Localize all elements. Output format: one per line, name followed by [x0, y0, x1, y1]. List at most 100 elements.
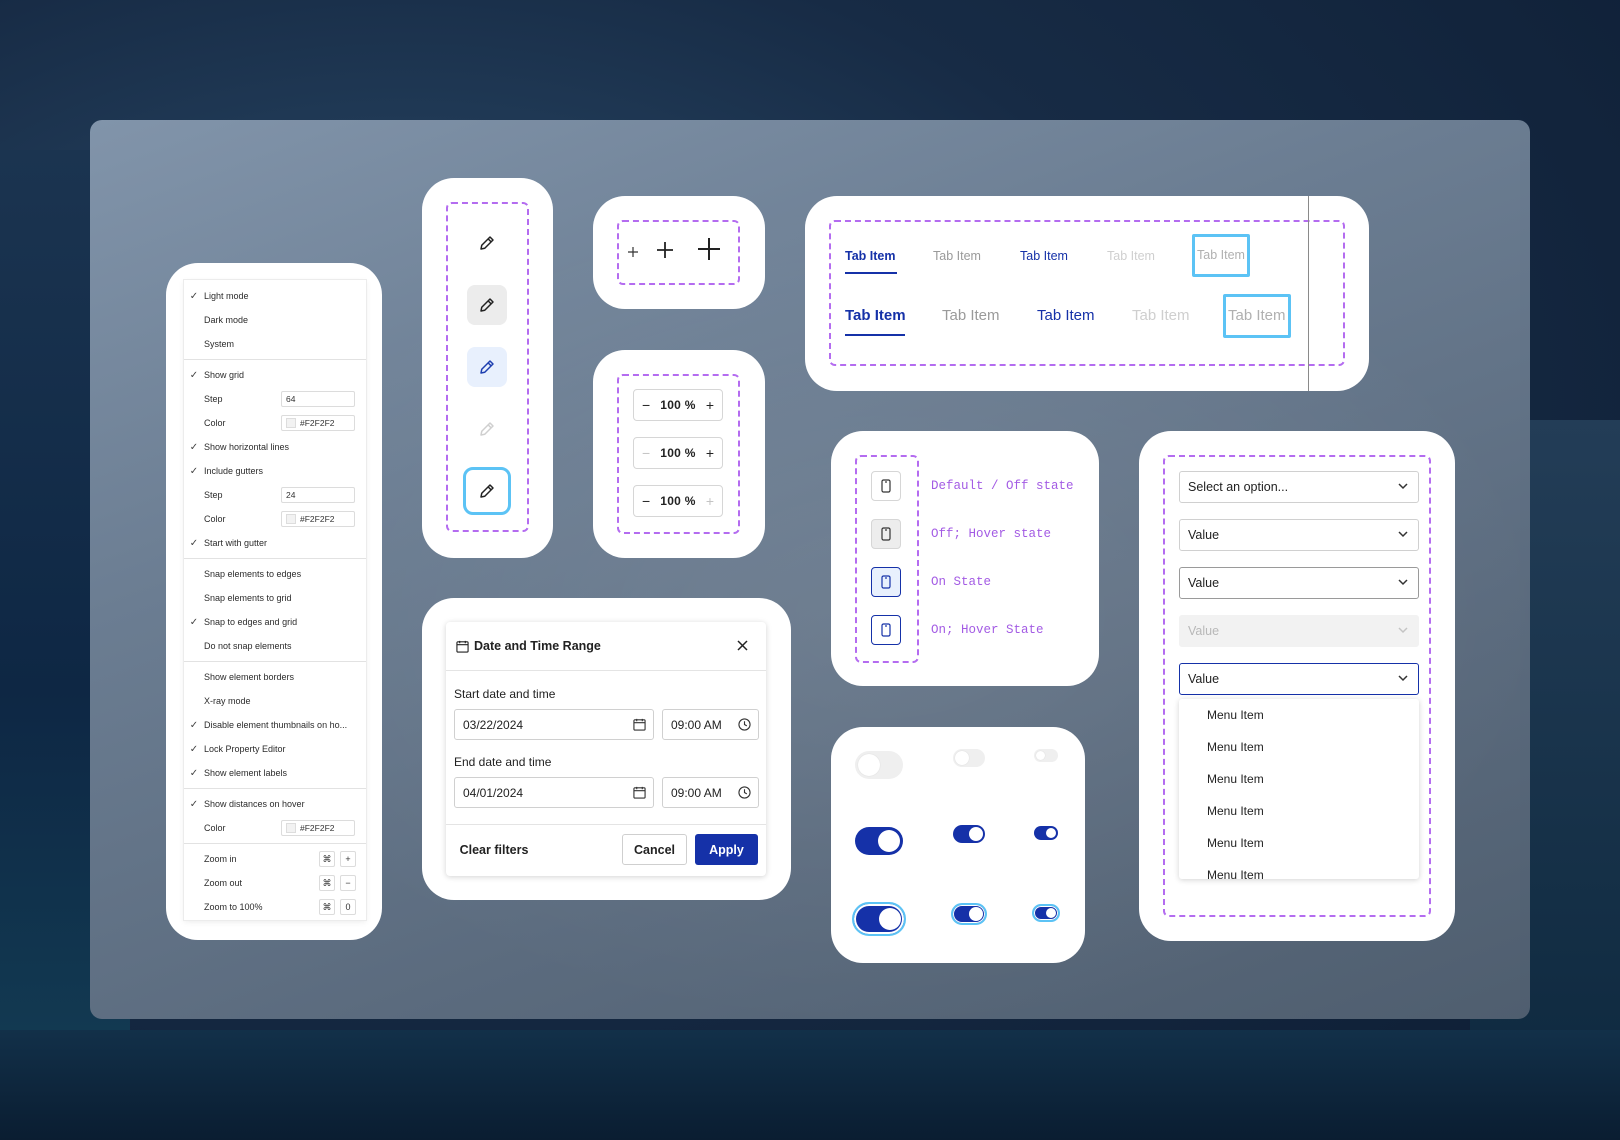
grid-step-input[interactable]: 64	[281, 391, 355, 407]
clear-filters-button[interactable]: Clear filters	[454, 834, 534, 865]
clock-icon	[738, 786, 751, 799]
chevron-down-icon	[1398, 675, 1408, 682]
date-range-dialog: Date and Time Range Start date and time …	[446, 622, 766, 876]
edit-button-active[interactable]	[467, 347, 507, 387]
menu-item-start-with-gutter[interactable]: ✓ Start with gutter	[184, 531, 366, 555]
menu-item-light-mode[interactable]: ✓ Light mode	[184, 284, 366, 308]
menu-item[interactable]: Menu Item	[1179, 763, 1419, 795]
menu-item-disable-thumbnails[interactable]: ✓ Disable element thumbnails on ho...	[184, 713, 366, 737]
menu-item-zoom-in[interactable]: Zoom in ⌘ +	[184, 847, 366, 871]
menu-item[interactable]: Menu Item	[1179, 859, 1419, 879]
toggle-switches-card	[831, 727, 1085, 963]
tab-large-disabled[interactable]: Tab Item	[1132, 307, 1190, 324]
apply-button[interactable]: Apply	[695, 834, 758, 865]
start-time-input[interactable]: 09:00 AM	[662, 709, 759, 740]
chevron-down-icon	[1398, 579, 1408, 586]
gutter-step-input[interactable]: 24	[281, 487, 355, 503]
tab-large-active[interactable]: Tab Item	[845, 307, 906, 324]
menu-item-zoom-out[interactable]: Zoom out ⌘ −	[184, 871, 366, 895]
plus-icon-large[interactable]	[697, 237, 721, 261]
tab-small-focused[interactable]: Tab Item	[1192, 234, 1250, 277]
settings-menu: ✓ Light mode Dark mode System ✓ Show grid …	[184, 280, 366, 920]
menu-item-snap-grid[interactable]: Snap elements to grid	[184, 586, 366, 610]
edit-button-hover[interactable]	[467, 285, 507, 325]
close-icon[interactable]	[737, 640, 748, 651]
toggle-medium-on-focused[interactable]	[951, 903, 987, 925]
menu-item-label: Color	[204, 823, 226, 833]
device-toggle-default[interactable]	[871, 471, 901, 501]
plus-button[interactable]: +	[706, 493, 714, 509]
minus-button[interactable]: −	[642, 397, 650, 413]
toggle-small-on-focused[interactable]	[1032, 904, 1060, 922]
plus-icon-small[interactable]	[627, 246, 639, 258]
tab-small-hover[interactable]: Tab Item	[1020, 249, 1068, 263]
tab-large-default[interactable]: Tab Item	[942, 307, 1000, 324]
menu-divider	[184, 558, 366, 559]
menu-item-zoom-100[interactable]: Zoom to 100% ⌘ 0	[184, 895, 366, 919]
toggle-large-off[interactable]	[855, 751, 903, 779]
menu-item-show-borders[interactable]: Show element borders	[184, 665, 366, 689]
select-disabled[interactable]: Value	[1179, 615, 1419, 647]
menu-item[interactable]: Menu Item	[1179, 795, 1419, 827]
tab-large-hover[interactable]: Tab Item	[1037, 307, 1095, 324]
select-default[interactable]: Value	[1179, 519, 1419, 551]
minus-button[interactable]: −	[642, 445, 650, 461]
menu-item-snap-edges[interactable]: Snap elements to edges	[184, 562, 366, 586]
toggle-medium-off[interactable]	[953, 749, 985, 767]
select-placeholder[interactable]: Select an option...	[1179, 471, 1419, 503]
tab-small-default[interactable]: Tab Item	[933, 249, 981, 263]
edit-button-default[interactable]	[467, 223, 507, 263]
check-icon: ✓	[189, 743, 199, 755]
tab-large-active-underline	[845, 334, 905, 336]
menu-item[interactable]: Menu Item	[1179, 699, 1419, 731]
menu-item-label: Color	[204, 418, 226, 428]
menu-item-show-labels[interactable]: ✓ Show element labels	[184, 761, 366, 785]
menu-item[interactable]: Menu Item	[1179, 731, 1419, 763]
background-sea	[0, 1030, 1620, 1140]
device-toggle-on-hover[interactable]	[871, 615, 901, 645]
toggle-small-off[interactable]	[1034, 749, 1058, 762]
menu-item-lock-property-editor[interactable]: ✓ Lock Property Editor	[184, 737, 366, 761]
edit-button-disabled[interactable]	[467, 409, 507, 449]
cancel-button[interactable]: Cancel	[622, 834, 687, 865]
start-date-input[interactable]: 03/22/2024	[454, 709, 654, 740]
device-toggle-hover[interactable]	[871, 519, 901, 549]
toggle-small-on[interactable]	[1034, 826, 1058, 840]
minus-button[interactable]: −	[642, 493, 650, 509]
menu-item-dark-mode[interactable]: Dark mode	[184, 308, 366, 332]
gutter-color-input[interactable]: #F2F2F2	[281, 511, 355, 527]
cmd-key: ⌘	[319, 899, 335, 915]
toggle-medium-on[interactable]	[953, 825, 985, 843]
select-value: Value	[1188, 624, 1220, 638]
toggle-large-on-focused[interactable]	[852, 902, 906, 936]
menu-item-label: Step	[204, 490, 223, 500]
distance-color-input[interactable]: #F2F2F2	[281, 820, 355, 836]
grid-color-input[interactable]: #F2F2F2	[281, 415, 355, 431]
end-date-input[interactable]: 04/01/2024	[454, 777, 654, 808]
select-hover[interactable]: Value	[1179, 567, 1419, 599]
settings-menu-card: ✓ Light mode Dark mode System ✓ Show grid …	[166, 263, 382, 940]
plus-button[interactable]: +	[706, 397, 714, 413]
menu-item[interactable]: Menu Item	[1179, 827, 1419, 859]
plus-icon-medium[interactable]	[656, 241, 674, 259]
end-time-input[interactable]: 09:00 AM	[662, 777, 759, 808]
plus-button[interactable]: +	[706, 445, 714, 461]
menu-item-show-distances[interactable]: ✓ Show distances on hover	[184, 792, 366, 816]
plus-icon-sizes-card	[593, 196, 765, 309]
menu-item-label: Light mode	[204, 291, 249, 301]
select-open[interactable]: Value	[1179, 663, 1419, 695]
edit-button-focused[interactable]	[463, 467, 511, 515]
tab-small-disabled[interactable]: Tab Item	[1107, 249, 1155, 263]
menu-item-include-gutters[interactable]: ✓ Include gutters	[184, 459, 366, 483]
toggle-large-on[interactable]	[855, 827, 903, 855]
tab-large-focused[interactable]: Tab Item	[1223, 294, 1291, 338]
menu-item-show-grid[interactable]: ✓ Show grid	[184, 363, 366, 387]
menu-item-show-horizontal-lines[interactable]: ✓ Show horizontal lines	[184, 435, 366, 459]
pencil-icon	[478, 420, 496, 438]
menu-item-xray[interactable]: X-ray mode	[184, 689, 366, 713]
tab-small-active[interactable]: Tab Item	[845, 249, 895, 263]
device-toggle-on[interactable]	[871, 567, 901, 597]
menu-item-no-snap[interactable]: Do not snap elements	[184, 634, 366, 658]
menu-item-snap-edges-grid[interactable]: ✓ Snap to edges and grid	[184, 610, 366, 634]
menu-item-system[interactable]: System	[184, 332, 366, 356]
